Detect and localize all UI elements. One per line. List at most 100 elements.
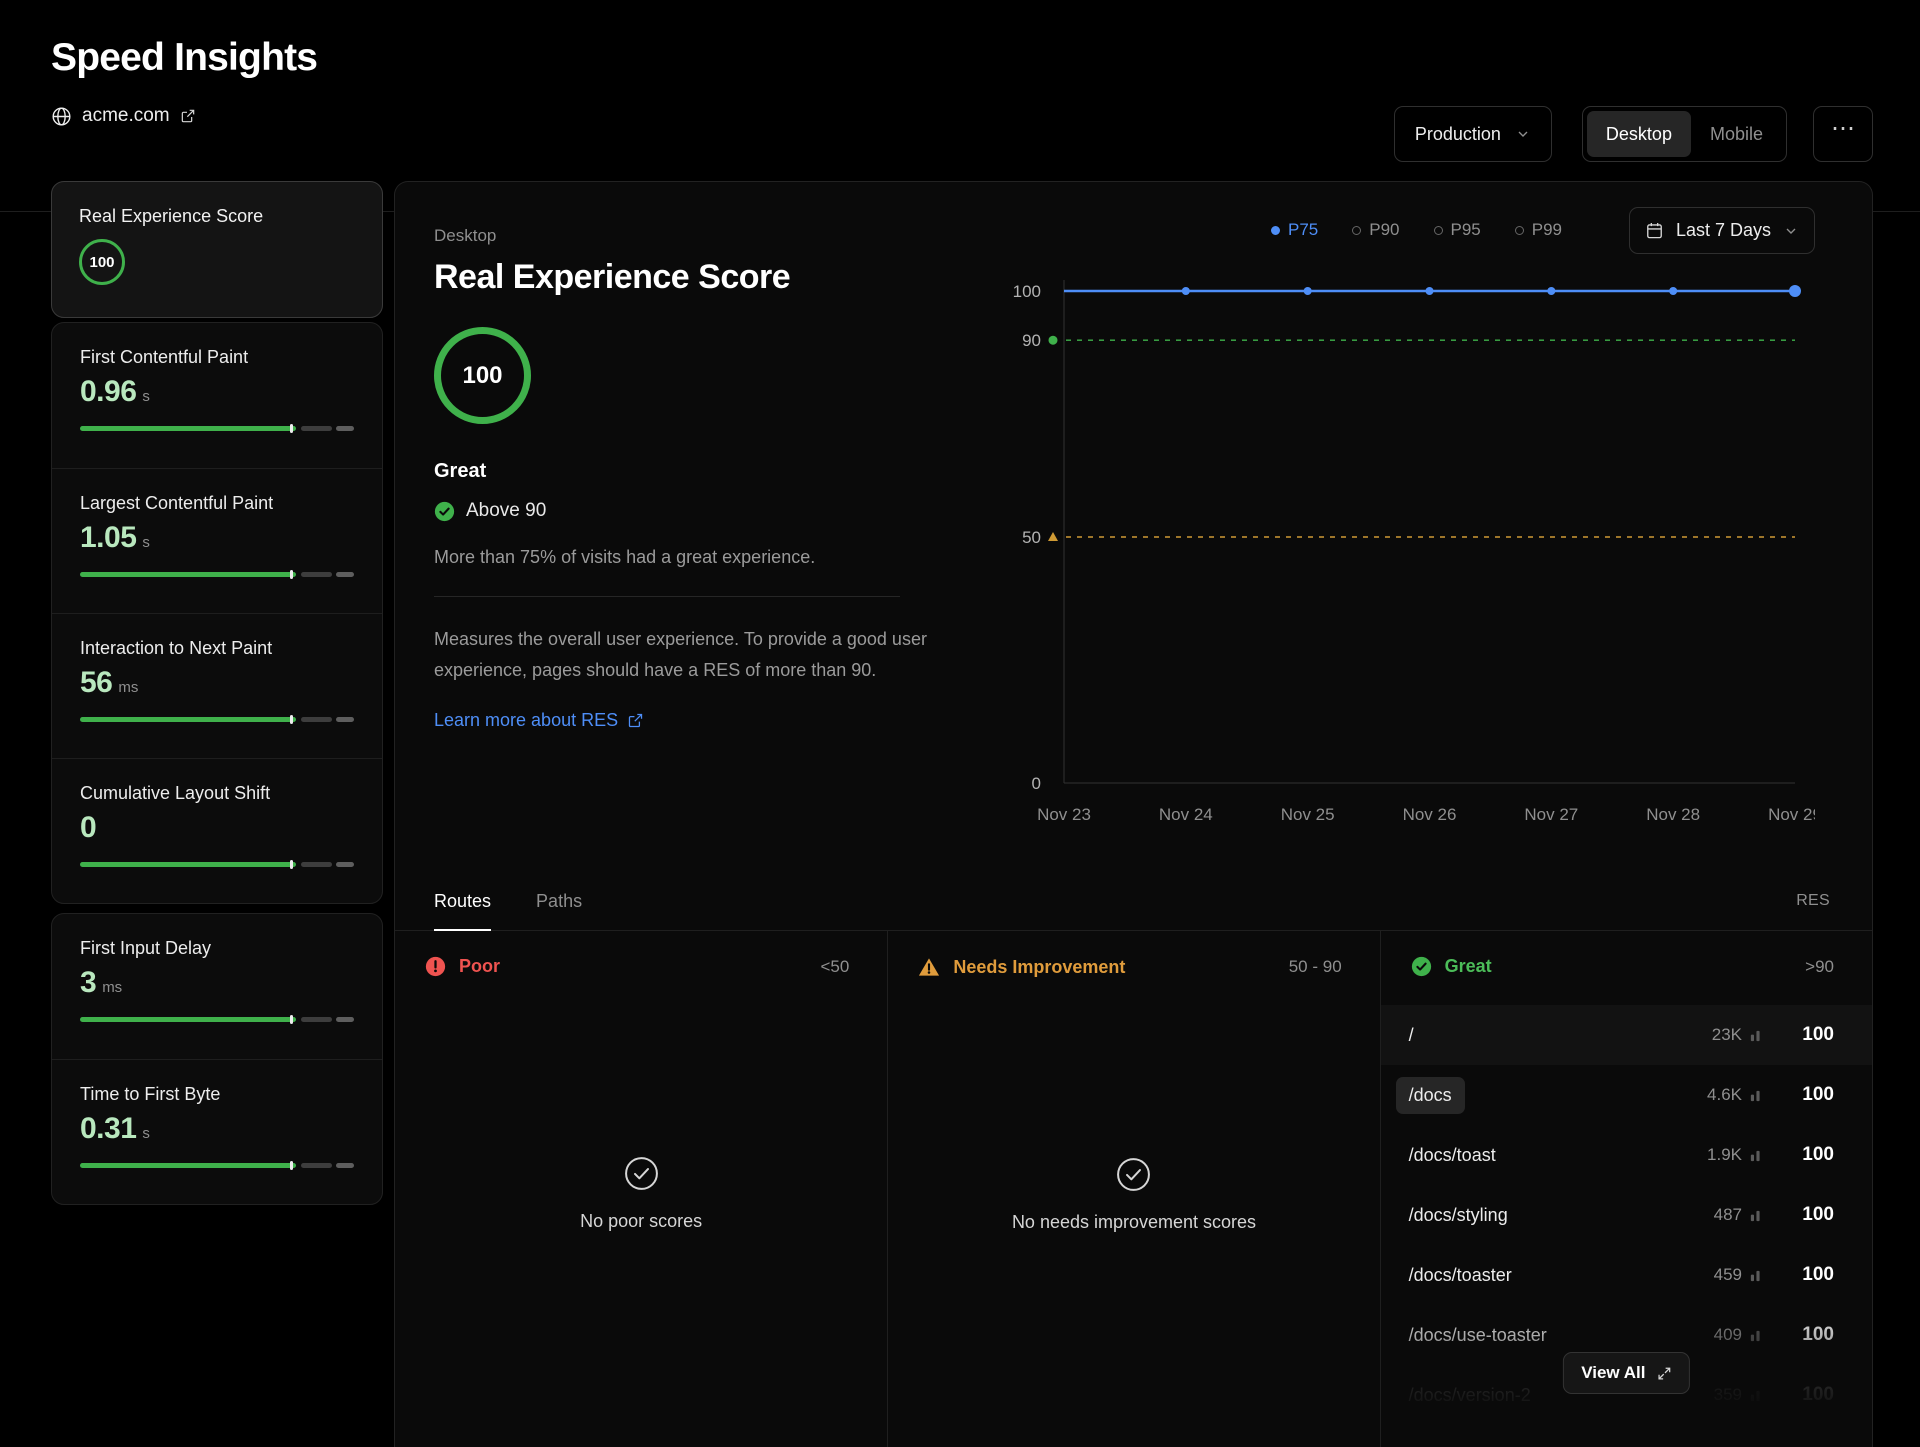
sidebar-item-real-experience-score[interactable]: Real Experience Score 100 — [51, 181, 383, 318]
legend-label: P90 — [1369, 220, 1399, 240]
external-link-icon — [627, 712, 644, 729]
environment-selector[interactable]: Production — [1394, 106, 1552, 162]
route-path[interactable]: /docs/version-2 — [1409, 1385, 1531, 1406]
metric-value: 3 — [80, 966, 96, 1000]
legend-item-p75[interactable]: P75 — [1271, 220, 1318, 240]
mini-bars-icon[interactable] — [1749, 1389, 1762, 1402]
svg-text:Nov 26: Nov 26 — [1403, 805, 1457, 824]
route-count-value: 4.6K — [1707, 1085, 1742, 1105]
route-count-value: 1.9K — [1707, 1145, 1742, 1165]
more-menu-button[interactable]: ⋯ — [1813, 106, 1873, 162]
overview-divider — [434, 596, 900, 597]
svg-text:Nov 23: Nov 23 — [1037, 805, 1091, 824]
metric-label: First Contentful Paint — [80, 347, 354, 368]
metric-unit: s — [142, 534, 150, 551]
device-label: Desktop — [434, 226, 939, 246]
route-row[interactable]: /docs 4.6K 100 — [1381, 1065, 1872, 1125]
expand-icon — [1656, 1366, 1671, 1381]
res-score-badge: 100 — [79, 239, 125, 285]
device-tab-mobile[interactable]: Mobile — [1691, 111, 1782, 157]
site-name: acme.com — [82, 105, 170, 127]
alert-triangle-icon — [918, 956, 940, 978]
route-row[interactable]: / 23K 100 — [1381, 1005, 1872, 1065]
threshold-label: Above 90 — [466, 500, 546, 522]
percentile-legend: P75 P90 P95 P99 — [1271, 220, 1562, 240]
route-path[interactable]: /docs — [1396, 1077, 1465, 1114]
route-count: 23K — [1712, 1025, 1762, 1045]
svg-text:Nov 25: Nov 25 — [1281, 805, 1335, 824]
device-toggle: Desktop Mobile — [1582, 106, 1787, 162]
route-score: 100 — [1788, 1144, 1834, 1166]
sidebar-item-first-contentful-paint[interactable]: First Contentful Paint 0.96s — [52, 323, 382, 468]
route-count-value: 459 — [1714, 1265, 1742, 1285]
route-score: 100 — [1788, 1384, 1834, 1406]
column-header-poor: Poor <50 — [395, 931, 887, 995]
svg-text:Nov 24: Nov 24 — [1159, 805, 1213, 824]
metric-unit: s — [142, 388, 150, 405]
environment-label: Production — [1415, 124, 1501, 145]
legend-item-p95[interactable]: P95 — [1434, 220, 1481, 240]
mini-bars-icon[interactable] — [1749, 1089, 1762, 1102]
empty-state-needs-improvement: No needs improvement scores — [888, 996, 1379, 1233]
route-path[interactable]: / — [1409, 1025, 1414, 1046]
page-title: Speed Insights — [51, 36, 1872, 80]
mini-bars-icon[interactable] — [1749, 1029, 1762, 1042]
date-range-selector[interactable]: Last 7 Days — [1629, 207, 1815, 254]
route-count: 487 — [1714, 1205, 1762, 1225]
route-count: 459 — [1714, 1265, 1762, 1285]
column-title: Poor — [459, 956, 500, 977]
calendar-icon — [1645, 221, 1664, 240]
device-tab-desktop[interactable]: Desktop — [1587, 111, 1691, 157]
metric-gauge — [80, 426, 354, 431]
sidebar-item-first-input-delay[interactable]: First Input Delay 3 ms — [52, 914, 382, 1059]
view-all-button[interactable]: View All — [1563, 1352, 1689, 1394]
column-needs-improvement: Needs Improvement 50 - 90 No needs impro… — [887, 931, 1379, 1447]
mini-bars-icon[interactable] — [1749, 1269, 1762, 1282]
legend-dot — [1434, 226, 1443, 235]
sidebar-item-interaction-to-next-paint[interactable]: Interaction to Next Paint 56 ms — [52, 613, 382, 758]
metric-label: Largest Contentful Paint — [80, 493, 354, 514]
metric-gauge — [80, 572, 354, 577]
metric-label: First Input Delay — [80, 938, 354, 959]
legend-dot — [1271, 226, 1280, 235]
metrics-sidebar: Real Experience Score 100 First Contentf… — [51, 181, 383, 1205]
metric-unit: ms — [118, 679, 138, 696]
mini-bars-icon[interactable] — [1749, 1209, 1762, 1222]
legend-label: P95 — [1451, 220, 1481, 240]
sidebar-item-time-to-first-byte[interactable]: Time to First Byte 0.31s — [52, 1059, 382, 1204]
external-link-icon — [180, 108, 196, 124]
route-score: 100 — [1788, 1084, 1834, 1106]
metric-value: 56 — [80, 666, 112, 700]
mini-bars-icon[interactable] — [1749, 1329, 1762, 1342]
metric-label: Interaction to Next Paint — [80, 638, 354, 659]
sidebar-item-largest-contentful-paint[interactable]: Largest Contentful Paint 1.05s — [52, 468, 382, 613]
route-path[interactable]: /docs/toaster — [1409, 1265, 1512, 1286]
alert-circle-icon — [425, 956, 446, 977]
overview-title: Real Experience Score — [434, 258, 939, 297]
route-row[interactable]: /docs/styling 487 100 — [1381, 1185, 1872, 1245]
route-row[interactable]: /docs/toast 1.9K 100 — [1381, 1125, 1872, 1185]
route-count-value: 359 — [1714, 1385, 1742, 1405]
tab-paths[interactable]: Paths — [536, 872, 582, 930]
svg-text:Nov 27: Nov 27 — [1524, 805, 1578, 824]
speed-insights-page: Speed Insights acme.com Production — [0, 0, 1920, 1447]
legend-item-p99[interactable]: P99 — [1515, 220, 1562, 240]
svg-text:50: 50 — [1022, 528, 1041, 547]
tab-routes[interactable]: Routes — [434, 872, 491, 930]
legend-item-p90[interactable]: P90 — [1352, 220, 1399, 240]
mini-bars-icon[interactable] — [1749, 1149, 1762, 1162]
globe-icon — [51, 106, 72, 127]
sidebar-item-cumulative-layout-shift[interactable]: Cumulative Layout Shift 0 — [52, 758, 382, 903]
metric-label: Time to First Byte — [80, 1084, 354, 1105]
route-path[interactable]: /docs/use-toaster — [1409, 1325, 1547, 1346]
route-score: 100 — [1788, 1264, 1834, 1286]
main-panel: Desktop Real Experience Score 100 Great … — [394, 181, 1873, 1447]
route-path[interactable]: /docs/toast — [1409, 1145, 1496, 1166]
metric-unit: ms — [102, 979, 122, 996]
route-path[interactable]: /docs/styling — [1409, 1205, 1508, 1226]
column-range: 50 - 90 — [1289, 957, 1342, 977]
route-score: 100 — [1788, 1324, 1834, 1346]
svg-text:Nov 29: Nov 29 — [1768, 805, 1815, 824]
learn-more-link[interactable]: Learn more about RES — [434, 710, 644, 731]
route-row[interactable]: /docs/toaster 459 100 — [1381, 1245, 1872, 1305]
